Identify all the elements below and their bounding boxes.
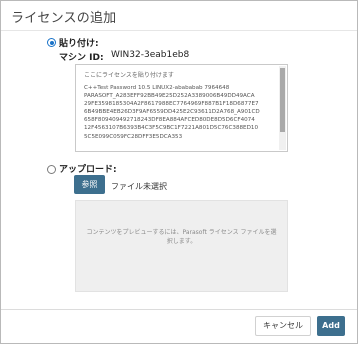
add-license-dialog: ライセンスの追加 貼り付け: マシン ID: WIN32-3eab1eb8 ここ… xyxy=(0,0,358,344)
browse-button[interactable]: 参照 xyxy=(74,175,105,194)
paste-radio[interactable] xyxy=(47,38,56,47)
license-text-content: C++Test Password 10.5 LINUX2-abababab 79… xyxy=(84,85,260,140)
license-textarea-placeholder: ここにライセンスを貼り付けます xyxy=(84,72,174,79)
title-divider xyxy=(1,30,357,31)
preview-placeholder-text: コンテンツをプレビューするには、Parasoft ライセンス ファイルを選択しま… xyxy=(86,229,277,245)
upload-radio[interactable] xyxy=(47,165,56,174)
add-button[interactable]: Add xyxy=(317,316,345,336)
cancel-button[interactable]: キャンセル xyxy=(255,316,311,336)
paste-option-label: 貼り付け: xyxy=(59,39,99,49)
upload-option-label: アップロード: xyxy=(59,165,117,175)
machine-id-value: WIN32-3eab1eb8 xyxy=(111,50,190,60)
license-scrollbar-thumb[interactable] xyxy=(280,68,285,132)
license-preview-area: コンテンツをプレビューするには、Parasoft ライセンス ファイルを選択しま… xyxy=(75,200,288,292)
license-scrollbar[interactable] xyxy=(279,66,286,150)
footer-divider xyxy=(1,309,357,310)
file-status-text: ファイル未選択 xyxy=(111,182,167,191)
dialog-title: ライセンスの追加 xyxy=(11,11,117,26)
machine-id-label: マシン ID: xyxy=(59,53,104,63)
license-textarea[interactable]: ここにライセンスを貼り付けます C++Test Password 10.5 LI… xyxy=(75,64,288,152)
